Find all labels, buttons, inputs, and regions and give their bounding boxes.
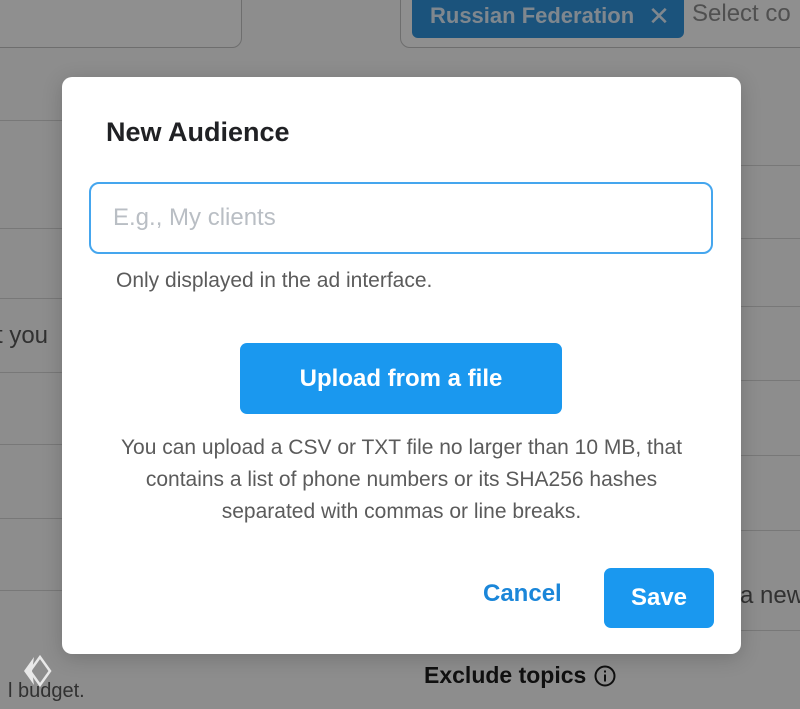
dialog-title: New Audience [106,117,290,147]
new-audience-dialog: New Audience Only displayed in the ad in… [62,77,741,654]
upload-file-button[interactable]: Upload from a file [240,343,562,414]
save-button[interactable]: Save [604,568,714,628]
audience-name-hint: Only displayed in the ad interface. [116,269,433,292]
upload-description: You can upload a CSV or TXT file no larg… [120,436,683,523]
cancel-button[interactable]: Cancel [475,571,570,617]
audience-name-input[interactable] [89,182,713,254]
logo-icon [20,654,54,688]
